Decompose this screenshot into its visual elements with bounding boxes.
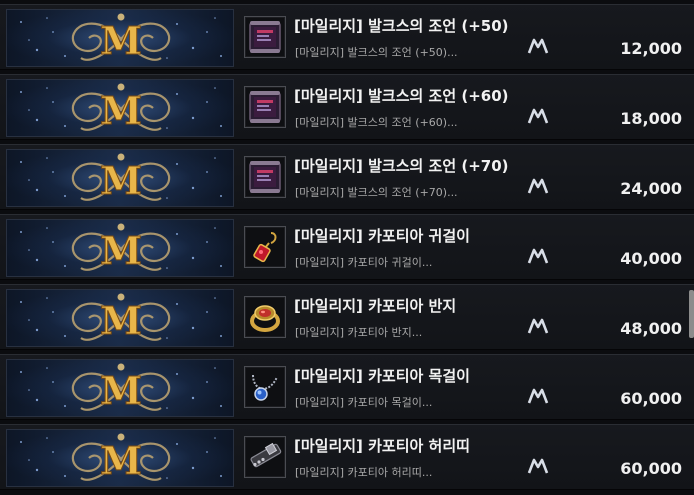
item-title: [마일리지] 카포티아 허리띠 xyxy=(294,437,470,455)
item-description: [마일리지] 카포티아 목걸이... xyxy=(295,396,433,409)
list-item[interactable]: M [마일리지] 발크스의 조언 (+50) [마일리지] 발크스의 조언 (+… xyxy=(0,4,694,70)
item-price: 24,000 xyxy=(620,179,682,198)
belt-icon xyxy=(244,436,286,478)
svg-text:M: M xyxy=(100,228,142,273)
item-description: [마일리지] 카포티아 반지... xyxy=(295,326,423,339)
svg-text:M: M xyxy=(100,88,142,133)
item-description: [마일리지] 발크스의 조언 (+60)... xyxy=(295,116,458,129)
mileage-currency-icon xyxy=(527,38,549,54)
item-title: [마일리지] 카포티아 반지 xyxy=(294,297,457,315)
list-item[interactable]: M [마일리지] 카포티아 귀걸이 [마일리지] 카포티아 귀걸이... 40,… xyxy=(0,214,694,280)
list-item[interactable]: M [마일리지] 발크스의 조언 (+70) [마일리지] 발크스의 조언 (+… xyxy=(0,144,694,210)
item-price: 18,000 xyxy=(620,109,682,128)
svg-text:M: M xyxy=(100,18,142,63)
item-price: 48,000 xyxy=(620,319,682,338)
mileage-banner-image: M xyxy=(6,9,234,67)
scroll-icon xyxy=(244,156,286,198)
svg-text:M: M xyxy=(100,298,142,343)
mileage-currency-icon xyxy=(527,178,549,194)
mileage-banner-image: M xyxy=(6,289,234,347)
item-title: [마일리지] 발크스의 조언 (+50) xyxy=(294,17,509,35)
list-item[interactable]: M [마일리지] 카포티아 반지 [마일리지] 카포티아 반지... 48,00… xyxy=(0,284,694,350)
item-price: 12,000 xyxy=(620,39,682,58)
mileage-banner-image: M xyxy=(6,79,234,137)
scroll-icon xyxy=(244,16,286,58)
mileage-banner-image: M xyxy=(6,219,234,277)
svg-text:M: M xyxy=(100,158,142,203)
item-description: [마일리지] 발크스의 조언 (+70)... xyxy=(295,186,458,199)
list-item[interactable]: M [마일리지] 카포티아 허리띠 [마일리지] 카포티아 허리띠... 60,… xyxy=(0,424,694,490)
mileage-banner-image: M xyxy=(6,429,234,487)
mileage-currency-icon xyxy=(527,318,549,334)
item-price: 40,000 xyxy=(620,249,682,268)
mileage-banner-image: M xyxy=(6,359,234,417)
mileage-currency-icon xyxy=(527,458,549,474)
item-price: 60,000 xyxy=(620,459,682,478)
item-description: [마일리지] 카포티아 허리띠... xyxy=(295,466,433,479)
item-description: [마일리지] 발크스의 조언 (+50)... xyxy=(295,46,458,59)
ring-icon xyxy=(244,296,286,338)
earring-icon xyxy=(244,226,286,268)
necklace-icon xyxy=(244,366,286,408)
item-title: [마일리지] 발크스의 조언 (+60) xyxy=(294,87,509,105)
item-price: 60,000 xyxy=(620,389,682,408)
item-title: [마일리지] 카포티아 귀걸이 xyxy=(294,227,470,245)
item-title: [마일리지] 카포티아 목걸이 xyxy=(294,367,470,385)
svg-text:M: M xyxy=(100,438,142,483)
item-description: [마일리지] 카포티아 귀걸이... xyxy=(295,256,433,269)
list-item[interactable]: M [마일리지] 발크스의 조언 (+60) [마일리지] 발크스의 조언 (+… xyxy=(0,74,694,140)
mileage-banner-image: M xyxy=(6,149,234,207)
scroll-icon xyxy=(244,86,286,128)
mileage-currency-icon xyxy=(527,108,549,124)
item-title: [마일리지] 발크스의 조언 (+70) xyxy=(294,157,509,175)
list-item[interactable]: M [마일리지] 카포티아 목걸이 [마일리지] 카포티아 목걸이... 60,… xyxy=(0,354,694,420)
mileage-currency-icon xyxy=(527,388,549,404)
svg-text:M: M xyxy=(100,368,142,413)
scrollbar-thumb[interactable] xyxy=(689,290,694,338)
mileage-currency-icon xyxy=(527,248,549,264)
